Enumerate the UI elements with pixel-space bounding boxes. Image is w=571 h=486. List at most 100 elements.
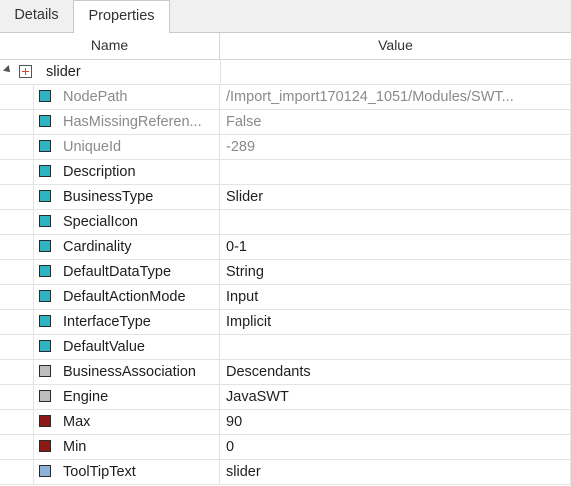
- property-category-icon: [39, 415, 51, 427]
- property-name: DefaultActionMode: [63, 289, 186, 305]
- property-name-cell[interactable]: InterfaceType: [33, 310, 220, 334]
- property-value: JavaSWT: [226, 389, 289, 405]
- property-name: DefaultValue: [63, 339, 145, 355]
- property-name-cell[interactable]: DefaultDataType: [33, 260, 220, 284]
- property-row[interactable]: Description: [0, 160, 571, 185]
- property-category-icon: [39, 265, 51, 277]
- property-value: Descendants: [226, 364, 311, 380]
- property-category-icon: [39, 390, 51, 402]
- property-value-cell[interactable]: Implicit: [220, 310, 571, 334]
- property-name-cell[interactable]: HasMissingReferen...: [33, 110, 220, 134]
- property-category-icon: [39, 165, 51, 177]
- property-name-cell[interactable]: ToolTipText: [33, 460, 220, 484]
- property-name-cell[interactable]: BusinessType: [33, 185, 220, 209]
- property-name: SpecialIcon: [63, 214, 138, 230]
- property-row[interactable]: InterfaceType Implicit: [0, 310, 571, 335]
- property-value-cell[interactable]: 0-1: [220, 235, 571, 259]
- property-name-cell[interactable]: NodePath: [33, 85, 220, 109]
- property-category-icon: [39, 315, 51, 327]
- root-value-cell: [220, 60, 571, 84]
- property-row[interactable]: BusinessType Slider: [0, 185, 571, 210]
- property-value: 90: [226, 414, 243, 430]
- property-name: Engine: [63, 389, 109, 405]
- property-value: Slider: [226, 189, 264, 205]
- tab-bar: Details Properties: [0, 0, 571, 34]
- property-value: Implicit: [226, 314, 272, 330]
- property-name: Description: [63, 164, 136, 180]
- column-header-name[interactable]: Name: [0, 33, 220, 59]
- property-name-cell[interactable]: Cardinality: [33, 235, 220, 259]
- property-value: 0-1: [226, 239, 247, 255]
- property-row[interactable]: NodePath/Import_import170124_1051/Module…: [0, 85, 571, 110]
- property-category-icon: [39, 215, 51, 227]
- property-row[interactable]: UniqueId -289: [0, 135, 571, 160]
- property-value: Input: [226, 289, 259, 305]
- property-category-icon: [39, 290, 51, 302]
- property-name: BusinessType: [63, 189, 154, 205]
- property-name-cell[interactable]: Engine: [33, 385, 220, 409]
- property-row[interactable]: DefaultDataType String: [0, 260, 571, 285]
- property-category-icon: [39, 190, 51, 202]
- property-value: String: [226, 264, 264, 280]
- property-category-icon: [39, 365, 51, 377]
- property-value: -289: [226, 139, 256, 155]
- property-value-cell[interactable]: [220, 335, 571, 359]
- property-value-cell[interactable]: JavaSWT: [220, 385, 571, 409]
- property-name: ToolTipText: [63, 464, 136, 480]
- property-value-cell[interactable]: False: [220, 110, 571, 134]
- property-value-cell[interactable]: String: [220, 260, 571, 284]
- property-value-cell[interactable]: slider: [220, 460, 571, 484]
- property-grid: slider NodePath/Import_import170124_1051…: [0, 60, 571, 485]
- property-name-cell[interactable]: Max: [33, 410, 220, 434]
- property-row[interactable]: HasMissingReferen... False: [0, 110, 571, 135]
- tab-properties[interactable]: Properties: [73, 0, 170, 34]
- property-category-icon: [39, 140, 51, 152]
- property-name: Max: [63, 414, 91, 430]
- property-value: /Import_import170124_1051/Modules/SWT...: [226, 89, 514, 105]
- tree-root-row[interactable]: slider: [0, 60, 571, 85]
- property-name-cell[interactable]: DefaultActionMode: [33, 285, 220, 309]
- property-value: slider: [226, 464, 261, 480]
- property-name-cell[interactable]: BusinessAssociation: [33, 360, 220, 384]
- property-row[interactable]: Min 0: [0, 435, 571, 460]
- property-value-cell[interactable]: [220, 160, 571, 184]
- property-name: InterfaceType: [63, 314, 151, 330]
- property-name-cell[interactable]: UniqueId: [33, 135, 220, 159]
- property-row[interactable]: BusinessAssociation Descendants: [0, 360, 571, 385]
- property-category-icon: [39, 240, 51, 252]
- property-row[interactable]: ToolTipText slider: [0, 460, 571, 485]
- property-value-cell[interactable]: Input: [220, 285, 571, 309]
- property-value: False: [226, 114, 262, 130]
- tab-details[interactable]: Details: [0, 0, 73, 33]
- property-name: Cardinality: [63, 239, 132, 255]
- property-row[interactable]: SpecialIcon: [0, 210, 571, 235]
- expand-arrow-icon[interactable]: [3, 65, 13, 75]
- property-row[interactable]: Engine JavaSWT: [0, 385, 571, 410]
- property-value-cell[interactable]: 90: [220, 410, 571, 434]
- property-name: DefaultDataType: [63, 264, 172, 280]
- property-name: HasMissingReferen...: [63, 114, 202, 130]
- property-name: BusinessAssociation: [63, 364, 196, 380]
- property-value-cell[interactable]: [220, 210, 571, 234]
- property-name: NodePath: [63, 89, 128, 105]
- property-row[interactable]: DefaultValue: [0, 335, 571, 360]
- property-value-cell[interactable]: /Import_import170124_1051/Modules/SWT...: [220, 85, 571, 109]
- property-value-cell[interactable]: 0: [220, 435, 571, 459]
- property-row[interactable]: Cardinality 0-1: [0, 235, 571, 260]
- property-value-cell[interactable]: Descendants: [220, 360, 571, 384]
- property-value-cell[interactable]: -289: [220, 135, 571, 159]
- property-category-icon: [39, 90, 51, 102]
- property-name-cell[interactable]: Description: [33, 160, 220, 184]
- property-value-cell[interactable]: Slider: [220, 185, 571, 209]
- property-name-cell[interactable]: Min: [33, 435, 220, 459]
- property-category-icon: [39, 440, 51, 452]
- property-name-cell[interactable]: SpecialIcon: [33, 210, 220, 234]
- property-category-icon: [39, 115, 51, 127]
- property-row[interactable]: Max 90: [0, 410, 571, 435]
- property-name-cell[interactable]: DefaultValue: [33, 335, 220, 359]
- property-row[interactable]: DefaultActionMode Input: [0, 285, 571, 310]
- property-category-icon: [39, 340, 51, 352]
- property-grid-header: Name Value: [0, 33, 571, 60]
- tree-root-label: slider: [46, 64, 81, 80]
- column-header-value[interactable]: Value: [221, 33, 570, 59]
